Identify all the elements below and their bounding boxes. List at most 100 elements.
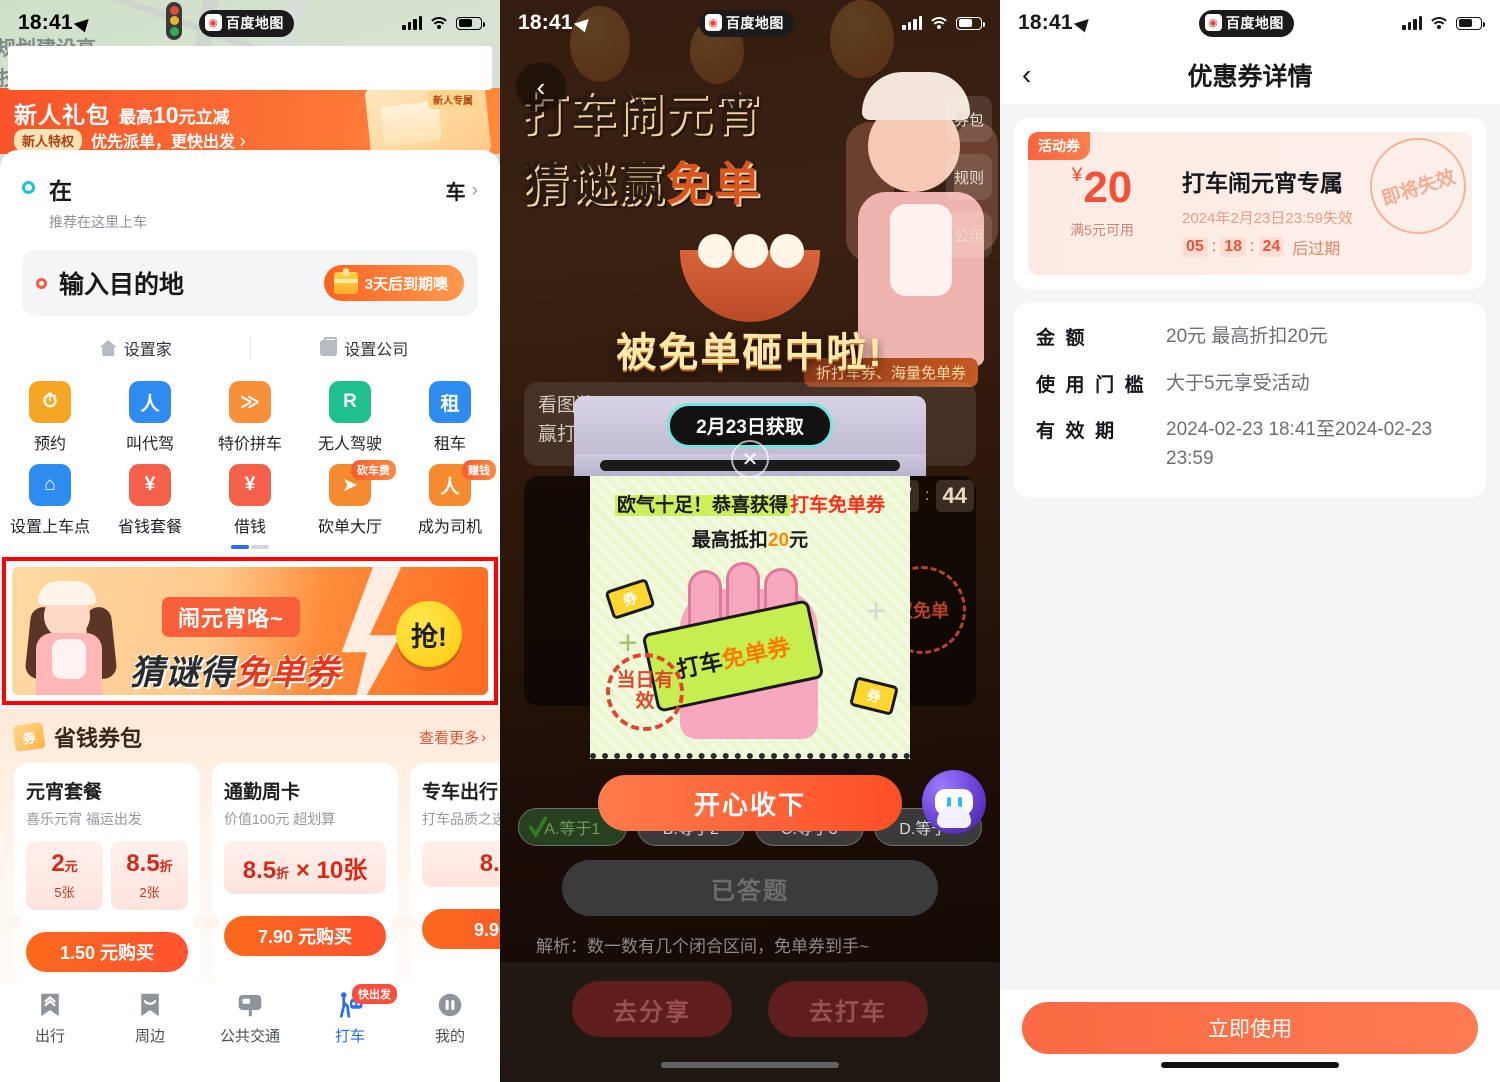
tab-我的[interactable]: 我的 [400, 990, 500, 1082]
countdown-seconds: 24 [1258, 237, 1285, 257]
new-user-gift-banner[interactable]: 新人专属 新人礼包 最高10元立减 新人特权 优先派单，更快出发 › [0, 88, 500, 154]
expiry-pill[interactable]: 3天后到期噢 [323, 265, 464, 301]
coupon-card-sub: 价值100元 超划算 [224, 811, 336, 827]
status-time: 18:41 [18, 11, 94, 35]
service-item-0[interactable]: ⏱ 预约 [0, 381, 100, 454]
status-time: 18:41 [1018, 11, 1094, 35]
service-item-9[interactable]: 人成为司机 赚钱 [400, 460, 500, 537]
navigation-bar: ‹ 优惠券详情 [1000, 46, 1500, 104]
set-company-button[interactable]: 设置公司 [251, 336, 479, 360]
coupon-value-number: 8.5折 × 10张 [242, 857, 368, 884]
service-item-2[interactable]: ≫ 特价拼车 [200, 381, 300, 454]
info-row-0: 金 额 20元 最高折扣20元 [1036, 323, 1464, 352]
bottom-tab-bar: 出行 周边 公共交通 打车 快出发 我的 [0, 982, 500, 1082]
coupon-pack-icon[interactable]: 券包 [946, 96, 992, 142]
status-indicators [402, 16, 485, 30]
status-indicators [902, 16, 985, 30]
accept-coupon-button[interactable]: 开心收下 [598, 775, 902, 831]
money-bag-icon: ¥ [229, 464, 271, 506]
coupon-value: 8.5折 [422, 841, 500, 887]
pickup-sub: 推荐在这里上车 [49, 214, 147, 230]
countdown-colon: : [1250, 238, 1255, 255]
coupon-buy-button[interactable]: 7.90 元购买 [224, 916, 386, 956]
back-button[interactable]: ‹ [1022, 59, 1031, 91]
service-item-8[interactable]: ➤ 砍单大厅 砍车费 [300, 460, 400, 537]
back-button[interactable]: ‹ [516, 62, 566, 112]
info-row-value: 大于5元享受活动 [1166, 372, 1310, 394]
coupon-card-values: 8.5折 × 10张 [224, 841, 386, 894]
stopwatch-icon: ⏱ [29, 381, 71, 423]
coupon-section-header: 券 省钱券包 查看更多 › [12, 721, 486, 753]
service-item-3[interactable]: R 无人驾驶 [300, 381, 400, 454]
tab-周边[interactable]: 周边 [100, 990, 200, 1082]
service-item-label: 无人驾驶 [317, 436, 382, 453]
pickup-right-action[interactable]: 车 › [446, 172, 478, 205]
info-row-1: 使 用 门 槛大于5元享受活动 [1036, 370, 1464, 399]
use-now-button[interactable]: 立即使用 [1022, 1002, 1478, 1054]
service-item-label: 借钱 [233, 519, 266, 536]
coupon-card-1[interactable]: 通勤周卡 价值100元 超划算 8.5折 × 10张 7.90 元购买 [205, 763, 405, 984]
wifi-icon [930, 16, 948, 30]
coupon-value-unit: 元 [64, 859, 78, 874]
tab-打车[interactable]: 打车 快出发 [300, 984, 400, 1082]
banner-girl-illustration [22, 577, 118, 695]
share-button[interactable]: 去分享 [572, 981, 732, 1037]
promo-banner[interactable]: 闹元宵咯~ 猜谜得免单券 抢! [12, 567, 488, 695]
new-user-art-tag: 新人专属 [428, 90, 478, 109]
coupon-card[interactable]: 活动券 ¥20 满5元可用 打车闹元宵专属 2024年2月23日23:59失效 … [1028, 132, 1472, 275]
coupon-value-number: 2元 [51, 850, 78, 877]
service-item-4[interactable]: 租租车 [400, 381, 500, 454]
ticket-decoration: 券 [604, 577, 656, 621]
tab-出行[interactable]: 出行 [0, 990, 100, 1082]
info-row-value: 2024-02-23 18:41至2024-02-23 23:59 [1166, 419, 1433, 469]
promo-tagline: 闹元宵咯~ [162, 597, 300, 637]
hail-taxi-button[interactable]: 去打车 [768, 981, 928, 1037]
service-item-label: 租车 [433, 436, 466, 453]
coupon-value: 8.5折 2张 [111, 841, 188, 910]
info-row-value: 20元 最高折扣20元 [1166, 326, 1328, 347]
status-bar-container: 18:41 ◉ 百度地图 [1000, 0, 1500, 46]
service-item-1[interactable]: 人叫代驾 [100, 381, 200, 454]
service-item-5[interactable]: ⌂ 设置上车点 [0, 464, 100, 537]
location-arrow-icon [1073, 14, 1094, 32]
status-time: 18:41 [518, 11, 594, 35]
tab-公共交通[interactable]: 公共交通 [200, 990, 300, 1082]
service-item-6[interactable]: ¥ 省钱套餐 [100, 464, 200, 537]
service-item-label: 特价拼车 [217, 436, 282, 453]
coupon-buy-button[interactable]: 9.90 元 [422, 909, 500, 949]
set-home-button[interactable]: 设置家 [22, 336, 250, 360]
service-item-7[interactable]: ¥ 借钱 [200, 464, 300, 537]
app-badge: ◉ 百度地图 [198, 9, 294, 37]
pickup-point-icon: ⌂ [29, 464, 71, 506]
coupon-amount-block: ¥20 满5元可用 [1046, 166, 1158, 240]
coupon-card-2[interactable]: 专车出行打车品质之选 8.5折 9.90 元 [403, 763, 500, 984]
coupon-value: 8.5折 × 10张 [224, 841, 386, 894]
bus-icon [235, 990, 265, 1020]
coupon-card-0[interactable]: 元宵套餐 喜乐元宵 福运出发 2元 5张 8.5折 2张 1.50 元购买 [7, 763, 207, 984]
coupon-info-list: 金 额 20元 最高折扣20元使 用 门 槛大于5元享受活动有 效 期 2024-0… [1014, 303, 1486, 497]
pickup-main: 在 推荐在这里上车 [49, 172, 432, 232]
signal-icon [1402, 16, 1422, 30]
destination-input[interactable]: 输入目的地 3天后到期噢 [22, 250, 478, 316]
rules-icon[interactable]: 规则 [946, 154, 992, 200]
coupon-buy-button[interactable]: 1.50 元购买 [26, 932, 188, 972]
coupon-type-badge: 活动券 [1028, 132, 1090, 160]
promo-grab-button[interactable]: 抢! [396, 601, 462, 667]
pickup-row[interactable]: 在 推荐在这里上车 车 › [22, 172, 478, 232]
rentcar-icon: 租 [429, 381, 471, 423]
new-user-tag: 新人特权 [14, 129, 83, 152]
tab-label: 我的 [434, 1028, 465, 1045]
notice-icon[interactable]: 公示 [946, 212, 992, 258]
search-input[interactable] [8, 46, 492, 90]
modal-illustration: + + 券 券 打车 免单券 当日有效 [602, 560, 899, 739]
countdown-hours: 05 [1182, 237, 1208, 257]
coupon-footer: 立即使用 [1000, 990, 1500, 1082]
battery-icon [456, 16, 485, 30]
plus-decoration: + [866, 592, 886, 630]
view-more-link[interactable]: 查看更多 › [419, 727, 486, 748]
chevron-right-icon: › [239, 131, 246, 152]
service-item-label: 叫代驾 [125, 436, 174, 453]
close-icon[interactable]: ✕ [731, 440, 769, 478]
ai-robot-icon[interactable] [922, 770, 986, 834]
page-title: 优惠券详情 [1187, 63, 1313, 91]
